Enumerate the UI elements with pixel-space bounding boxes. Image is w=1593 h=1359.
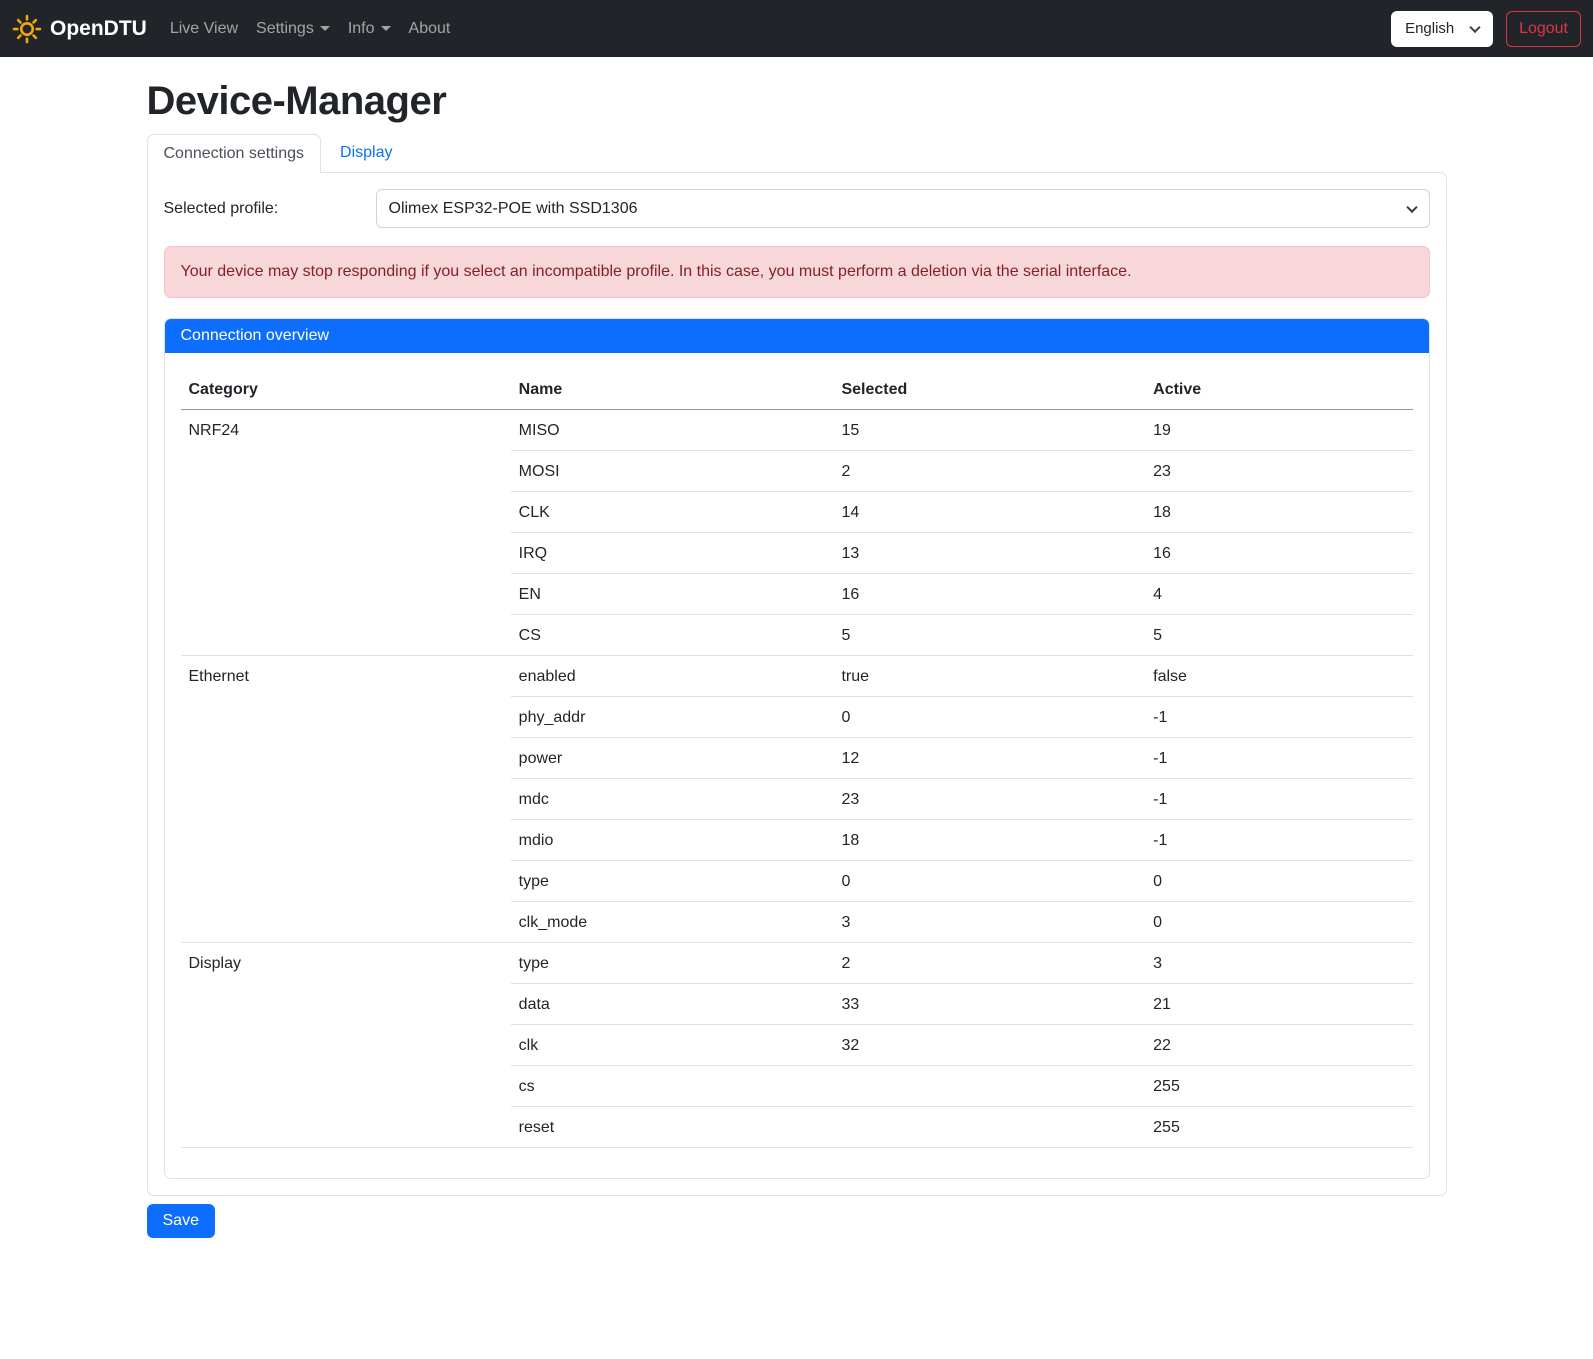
nav-item-settings[interactable]: Settings bbox=[247, 12, 339, 46]
name-cell: CLK bbox=[511, 492, 834, 533]
column-header-selected: Selected bbox=[833, 369, 1145, 410]
selected-cell bbox=[833, 1066, 1145, 1107]
table-row: NRF24MISO1519 bbox=[181, 410, 1413, 451]
selected-cell: 2 bbox=[833, 943, 1145, 984]
save-button[interactable]: Save bbox=[147, 1204, 215, 1238]
active-cell: 16 bbox=[1145, 533, 1412, 574]
connection-table: Category Name Selected Active NRF24MISO1… bbox=[181, 369, 1413, 1148]
profile-select-wrap: Olimex ESP32-POE with SSD1306 bbox=[376, 189, 1430, 228]
caret-down-icon bbox=[320, 26, 330, 31]
active-cell: -1 bbox=[1145, 697, 1412, 738]
selected-cell: 13 bbox=[833, 533, 1145, 574]
selected-cell: 23 bbox=[833, 779, 1145, 820]
name-cell: mdio bbox=[511, 820, 834, 861]
name-cell: type bbox=[511, 943, 834, 984]
nav-item-info[interactable]: Info bbox=[339, 12, 400, 46]
selected-cell: 16 bbox=[833, 574, 1145, 615]
sun-icon bbox=[12, 14, 42, 44]
top-navbar: OpenDTU Live View Settings Info About En… bbox=[0, 0, 1593, 57]
selected-profile-label: Selected profile: bbox=[164, 200, 376, 218]
active-cell: -1 bbox=[1145, 820, 1412, 861]
category-cell: Ethernet bbox=[181, 656, 511, 943]
selected-cell: 15 bbox=[833, 410, 1145, 451]
selected-profile-row: Selected profile: Olimex ESP32-POE with … bbox=[164, 189, 1430, 228]
selected-cell: 3 bbox=[833, 902, 1145, 943]
selected-cell: true bbox=[833, 656, 1145, 697]
connection-overview-body: Category Name Selected Active NRF24MISO1… bbox=[165, 353, 1429, 1178]
active-cell: 18 bbox=[1145, 492, 1412, 533]
selected-cell: 0 bbox=[833, 697, 1145, 738]
profile-select[interactable]: Olimex ESP32-POE with SSD1306 bbox=[376, 189, 1430, 228]
tab-content-card: Selected profile: Olimex ESP32-POE with … bbox=[147, 172, 1447, 1196]
name-cell: IRQ bbox=[511, 533, 834, 574]
page-title: Device-Manager bbox=[147, 79, 1447, 124]
brand-label: OpenDTU bbox=[50, 17, 147, 41]
selected-cell: 0 bbox=[833, 861, 1145, 902]
category-cell: NRF24 bbox=[181, 410, 511, 656]
nav-links: Live View Settings Info About bbox=[161, 12, 460, 46]
name-cell: enabled bbox=[511, 656, 834, 697]
brand-link[interactable]: OpenDTU bbox=[12, 14, 147, 44]
name-cell: cs bbox=[511, 1066, 834, 1107]
name-cell: phy_addr bbox=[511, 697, 834, 738]
selected-cell: 18 bbox=[833, 820, 1145, 861]
language-select[interactable]: English bbox=[1391, 11, 1493, 47]
profile-warning-alert: Your device may stop responding if you s… bbox=[164, 246, 1430, 298]
name-cell: type bbox=[511, 861, 834, 902]
active-cell: 3 bbox=[1145, 943, 1412, 984]
logout-button[interactable]: Logout bbox=[1506, 11, 1581, 47]
active-cell: 19 bbox=[1145, 410, 1412, 451]
name-cell: clk_mode bbox=[511, 902, 834, 943]
active-cell: 255 bbox=[1145, 1107, 1412, 1148]
column-header-name: Name bbox=[511, 369, 834, 410]
name-cell: mdc bbox=[511, 779, 834, 820]
selected-cell: 5 bbox=[833, 615, 1145, 656]
caret-down-icon bbox=[381, 26, 391, 31]
name-cell: reset bbox=[511, 1107, 834, 1148]
navbar-right: English Logout bbox=[1391, 11, 1581, 47]
column-header-category: Category bbox=[181, 369, 511, 410]
connection-table-body: NRF24MISO1519MOSI223CLK1418IRQ1316EN164C… bbox=[181, 410, 1413, 1148]
nav-item-live-view[interactable]: Live View bbox=[161, 12, 247, 46]
active-cell: 23 bbox=[1145, 451, 1412, 492]
category-cell: Display bbox=[181, 943, 511, 1148]
selected-cell bbox=[833, 1107, 1145, 1148]
column-header-active: Active bbox=[1145, 369, 1412, 410]
name-cell: data bbox=[511, 984, 834, 1025]
active-cell: 4 bbox=[1145, 574, 1412, 615]
table-row: Displaytype23 bbox=[181, 943, 1413, 984]
tab-bar: Connection settings Display bbox=[147, 134, 1447, 172]
tab-display[interactable]: Display bbox=[324, 134, 408, 172]
name-cell: CS bbox=[511, 615, 834, 656]
active-cell: 21 bbox=[1145, 984, 1412, 1025]
tab-connection-settings[interactable]: Connection settings bbox=[147, 134, 322, 173]
selected-cell: 14 bbox=[833, 492, 1145, 533]
connection-overview-card: Connection overview Category Name Select… bbox=[164, 318, 1430, 1179]
active-cell: false bbox=[1145, 656, 1412, 697]
selected-cell: 12 bbox=[833, 738, 1145, 779]
connection-overview-header: Connection overview bbox=[165, 319, 1429, 353]
active-cell: 255 bbox=[1145, 1066, 1412, 1107]
active-cell: 0 bbox=[1145, 902, 1412, 943]
selected-cell: 32 bbox=[833, 1025, 1145, 1066]
table-header-row: Category Name Selected Active bbox=[181, 369, 1413, 410]
active-cell: 5 bbox=[1145, 615, 1412, 656]
name-cell: EN bbox=[511, 574, 834, 615]
selected-cell: 33 bbox=[833, 984, 1145, 1025]
active-cell: 0 bbox=[1145, 861, 1412, 902]
name-cell: MOSI bbox=[511, 451, 834, 492]
name-cell: power bbox=[511, 738, 834, 779]
active-cell: 22 bbox=[1145, 1025, 1412, 1066]
selected-cell: 2 bbox=[833, 451, 1145, 492]
active-cell: -1 bbox=[1145, 779, 1412, 820]
name-cell: MISO bbox=[511, 410, 834, 451]
nav-item-about[interactable]: About bbox=[400, 12, 460, 46]
table-row: Ethernetenabledtruefalse bbox=[181, 656, 1413, 697]
main-container: Device-Manager Connection settings Displ… bbox=[147, 79, 1447, 1238]
name-cell: clk bbox=[511, 1025, 834, 1066]
active-cell: -1 bbox=[1145, 738, 1412, 779]
language-select-wrap: English bbox=[1391, 11, 1493, 47]
